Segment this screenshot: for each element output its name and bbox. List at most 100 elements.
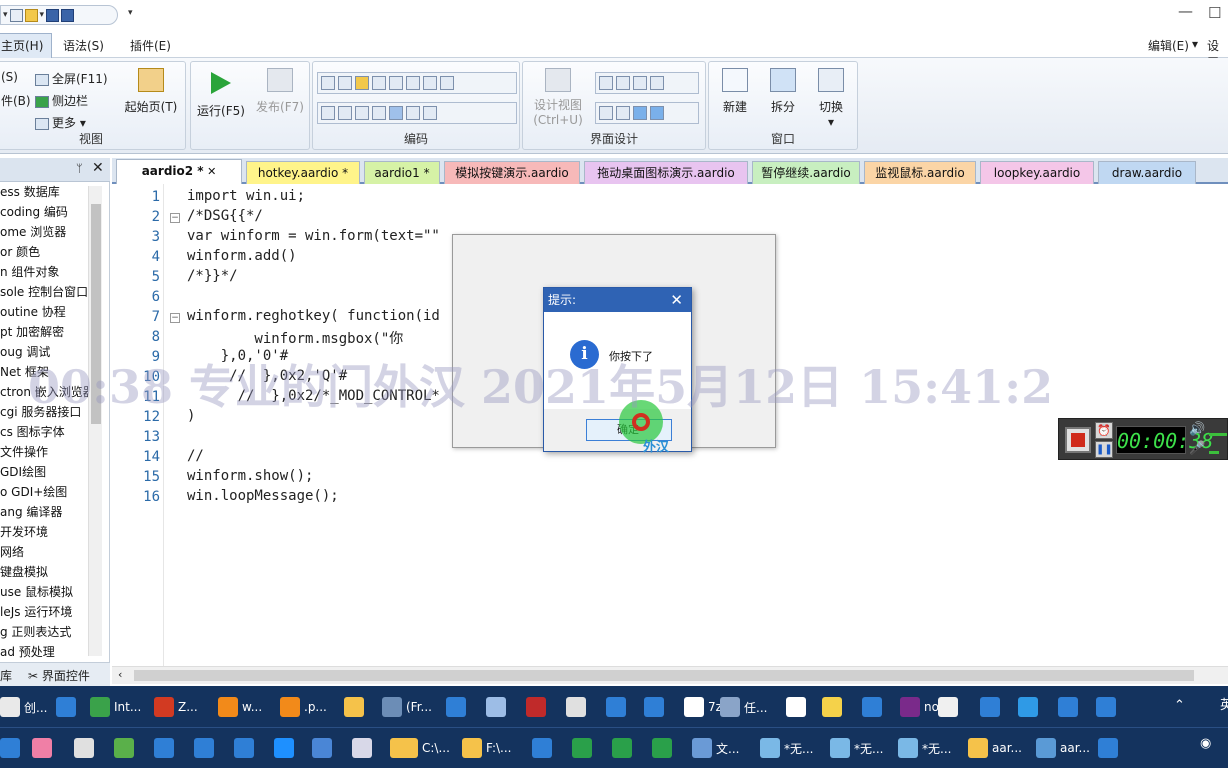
- align-right-icon[interactable]: [633, 76, 647, 90]
- taskbar-button[interactable]: [612, 732, 636, 764]
- redirect-icon[interactable]: [338, 106, 352, 120]
- taskbar-button[interactable]: [532, 732, 556, 764]
- save-icon[interactable]: [46, 8, 60, 22]
- taskbar-button[interactable]: [606, 691, 630, 723]
- view-s-button[interactable]: (S): [1, 70, 18, 84]
- list-icon[interactable]: [423, 76, 437, 90]
- tray-expand-icon[interactable]: ⌃: [1174, 698, 1185, 713]
- taskbar-button[interactable]: [154, 732, 178, 764]
- taskbar-button[interactable]: [194, 732, 218, 764]
- publish-button[interactable]: 发布(F7): [253, 68, 307, 115]
- speaker-icon[interactable]: 🔊: [1189, 422, 1205, 437]
- taskbar-button[interactable]: C:\...: [398, 732, 450, 764]
- taskbar-button[interactable]: *无...: [760, 732, 813, 764]
- code-line[interactable]: win.loopMessage();: [187, 488, 339, 504]
- code-line[interactable]: /*DSG{{*/: [187, 208, 263, 224]
- copy-icon[interactable]: [338, 76, 352, 90]
- taskbar-button[interactable]: [1098, 732, 1122, 764]
- menu-edit[interactable]: 编辑(E): [1148, 37, 1189, 54]
- taskbar-button[interactable]: [1058, 691, 1082, 723]
- doc-tab[interactable]: hotkey.aardio *: [246, 161, 360, 184]
- close-tab-icon[interactable]: ✕: [204, 165, 216, 178]
- taskbar-button[interactable]: *无...: [898, 732, 951, 764]
- taskbar-button[interactable]: [652, 732, 676, 764]
- taskbar-button[interactable]: [572, 732, 596, 764]
- taskbar-button[interactable]: Z...: [154, 691, 198, 723]
- alarm-clock-icon[interactable]: ⏰: [1095, 422, 1113, 439]
- bubble-icon[interactable]: [355, 106, 369, 120]
- doc-tab[interactable]: 拖动桌面图标演示.aardio: [584, 161, 748, 184]
- minimize-button[interactable]: —: [1178, 2, 1193, 20]
- taskbar-button[interactable]: [822, 691, 846, 723]
- taskbar-button[interactable]: [1018, 691, 1042, 723]
- taskbar-button[interactable]: [74, 732, 98, 764]
- fold-marker-icon[interactable]: −: [170, 313, 180, 323]
- taskbar-button[interactable]: [486, 691, 510, 723]
- menu-tab-syntax[interactable]: 语法(S): [63, 37, 104, 54]
- taskbar-button[interactable]: F:\...: [462, 732, 512, 764]
- save-all-icon[interactable]: [61, 8, 75, 22]
- taskbar-button[interactable]: [274, 732, 298, 764]
- cut-icon[interactable]: [321, 76, 335, 90]
- tray-power-icon[interactable]: ◉: [1200, 736, 1211, 751]
- taskbar-button[interactable]: [352, 732, 376, 764]
- doc-tab[interactable]: aardio1 *: [364, 161, 440, 184]
- sidebar-toggle-button[interactable]: 侧边栏: [35, 92, 88, 109]
- code-line[interactable]: winform.show();: [187, 468, 313, 484]
- more-button[interactable]: 更多 ▾: [35, 114, 86, 131]
- doc-tab[interactable]: 监视鼠标.aardio: [864, 161, 976, 184]
- taskbar-button[interactable]: Int...: [90, 691, 141, 723]
- view-b-button[interactable]: 件(B): [1, 92, 31, 109]
- taskbar-button[interactable]: 任...: [720, 691, 767, 723]
- taskbar-button[interactable]: *无...: [830, 732, 883, 764]
- code-line[interactable]: /*}}*/: [187, 268, 238, 284]
- size-icon[interactable]: [599, 106, 613, 120]
- taskbar-button[interactable]: [312, 732, 336, 764]
- maximize-button[interactable]: ☐: [1208, 4, 1221, 22]
- scroll-left-icon[interactable]: ‹: [118, 668, 122, 681]
- taskbar-button[interactable]: [526, 691, 550, 723]
- taskbar-button[interactable]: aar...: [1036, 732, 1090, 764]
- horizontal-scroll-thumb[interactable]: [134, 670, 1194, 681]
- open-dropdown-icon[interactable]: ▾: [40, 10, 45, 20]
- menu-dropdown-icon[interactable]: ▾: [1192, 37, 1198, 51]
- run-button[interactable]: 运行(F5): [195, 72, 247, 119]
- window-icon[interactable]: [9, 8, 23, 22]
- doc-tab[interactable]: 暂停继续.aardio: [752, 161, 860, 184]
- fold-marker-icon[interactable]: −: [170, 213, 180, 223]
- align-more-icon[interactable]: [650, 76, 664, 90]
- stop-record-button[interactable]: [1065, 427, 1091, 453]
- format-icon[interactable]: [372, 76, 386, 90]
- doc-tab[interactable]: loopkey.aardio: [980, 161, 1094, 184]
- taskbar-button[interactable]: [644, 691, 668, 723]
- taskbar-button[interactable]: [114, 732, 138, 764]
- undo-icon[interactable]: [389, 106, 403, 120]
- taskbar-button[interactable]: [446, 691, 470, 723]
- taskbar-button[interactable]: [32, 732, 56, 764]
- microphone-icon[interactable]: 🎤: [1189, 441, 1205, 456]
- taskbar-button[interactable]: [0, 732, 24, 764]
- align-left-icon[interactable]: [599, 76, 613, 90]
- code-line[interactable]: winform.msgbox("你: [187, 328, 403, 348]
- split-button[interactable]: 拆分: [761, 68, 805, 115]
- taskbar-button[interactable]: [862, 691, 886, 723]
- tab-library[interactable]: 库: [0, 667, 12, 684]
- wrap-icon[interactable]: [440, 76, 454, 90]
- code-line[interactable]: //: [187, 448, 204, 464]
- taskbar-button[interactable]: 文...: [692, 732, 739, 764]
- tab-ui-controls[interactable]: ✂ 界面控件: [28, 667, 90, 684]
- taskbar-button[interactable]: [56, 691, 80, 723]
- rect-icon[interactable]: [321, 106, 335, 120]
- taskbar-button[interactable]: [566, 691, 590, 723]
- code-line[interactable]: import win.ui;: [187, 188, 305, 204]
- close-icon[interactable]: ✕: [670, 288, 683, 312]
- taskbar-button[interactable]: [980, 691, 1004, 723]
- design-view-button[interactable]: 设计视图 (Ctrl+U): [527, 68, 589, 127]
- indent-icon[interactable]: [389, 76, 403, 90]
- code-line[interactable]: var winform = win.form(text="": [187, 228, 440, 244]
- align-center-icon[interactable]: [616, 76, 630, 90]
- code-line[interactable]: winform.reghotkey( function(id: [187, 308, 440, 324]
- taskbar-button[interactable]: w...: [218, 691, 262, 723]
- taskbar-button[interactable]: 7z: [684, 691, 722, 723]
- code-line[interactable]: winform.add(): [187, 248, 297, 264]
